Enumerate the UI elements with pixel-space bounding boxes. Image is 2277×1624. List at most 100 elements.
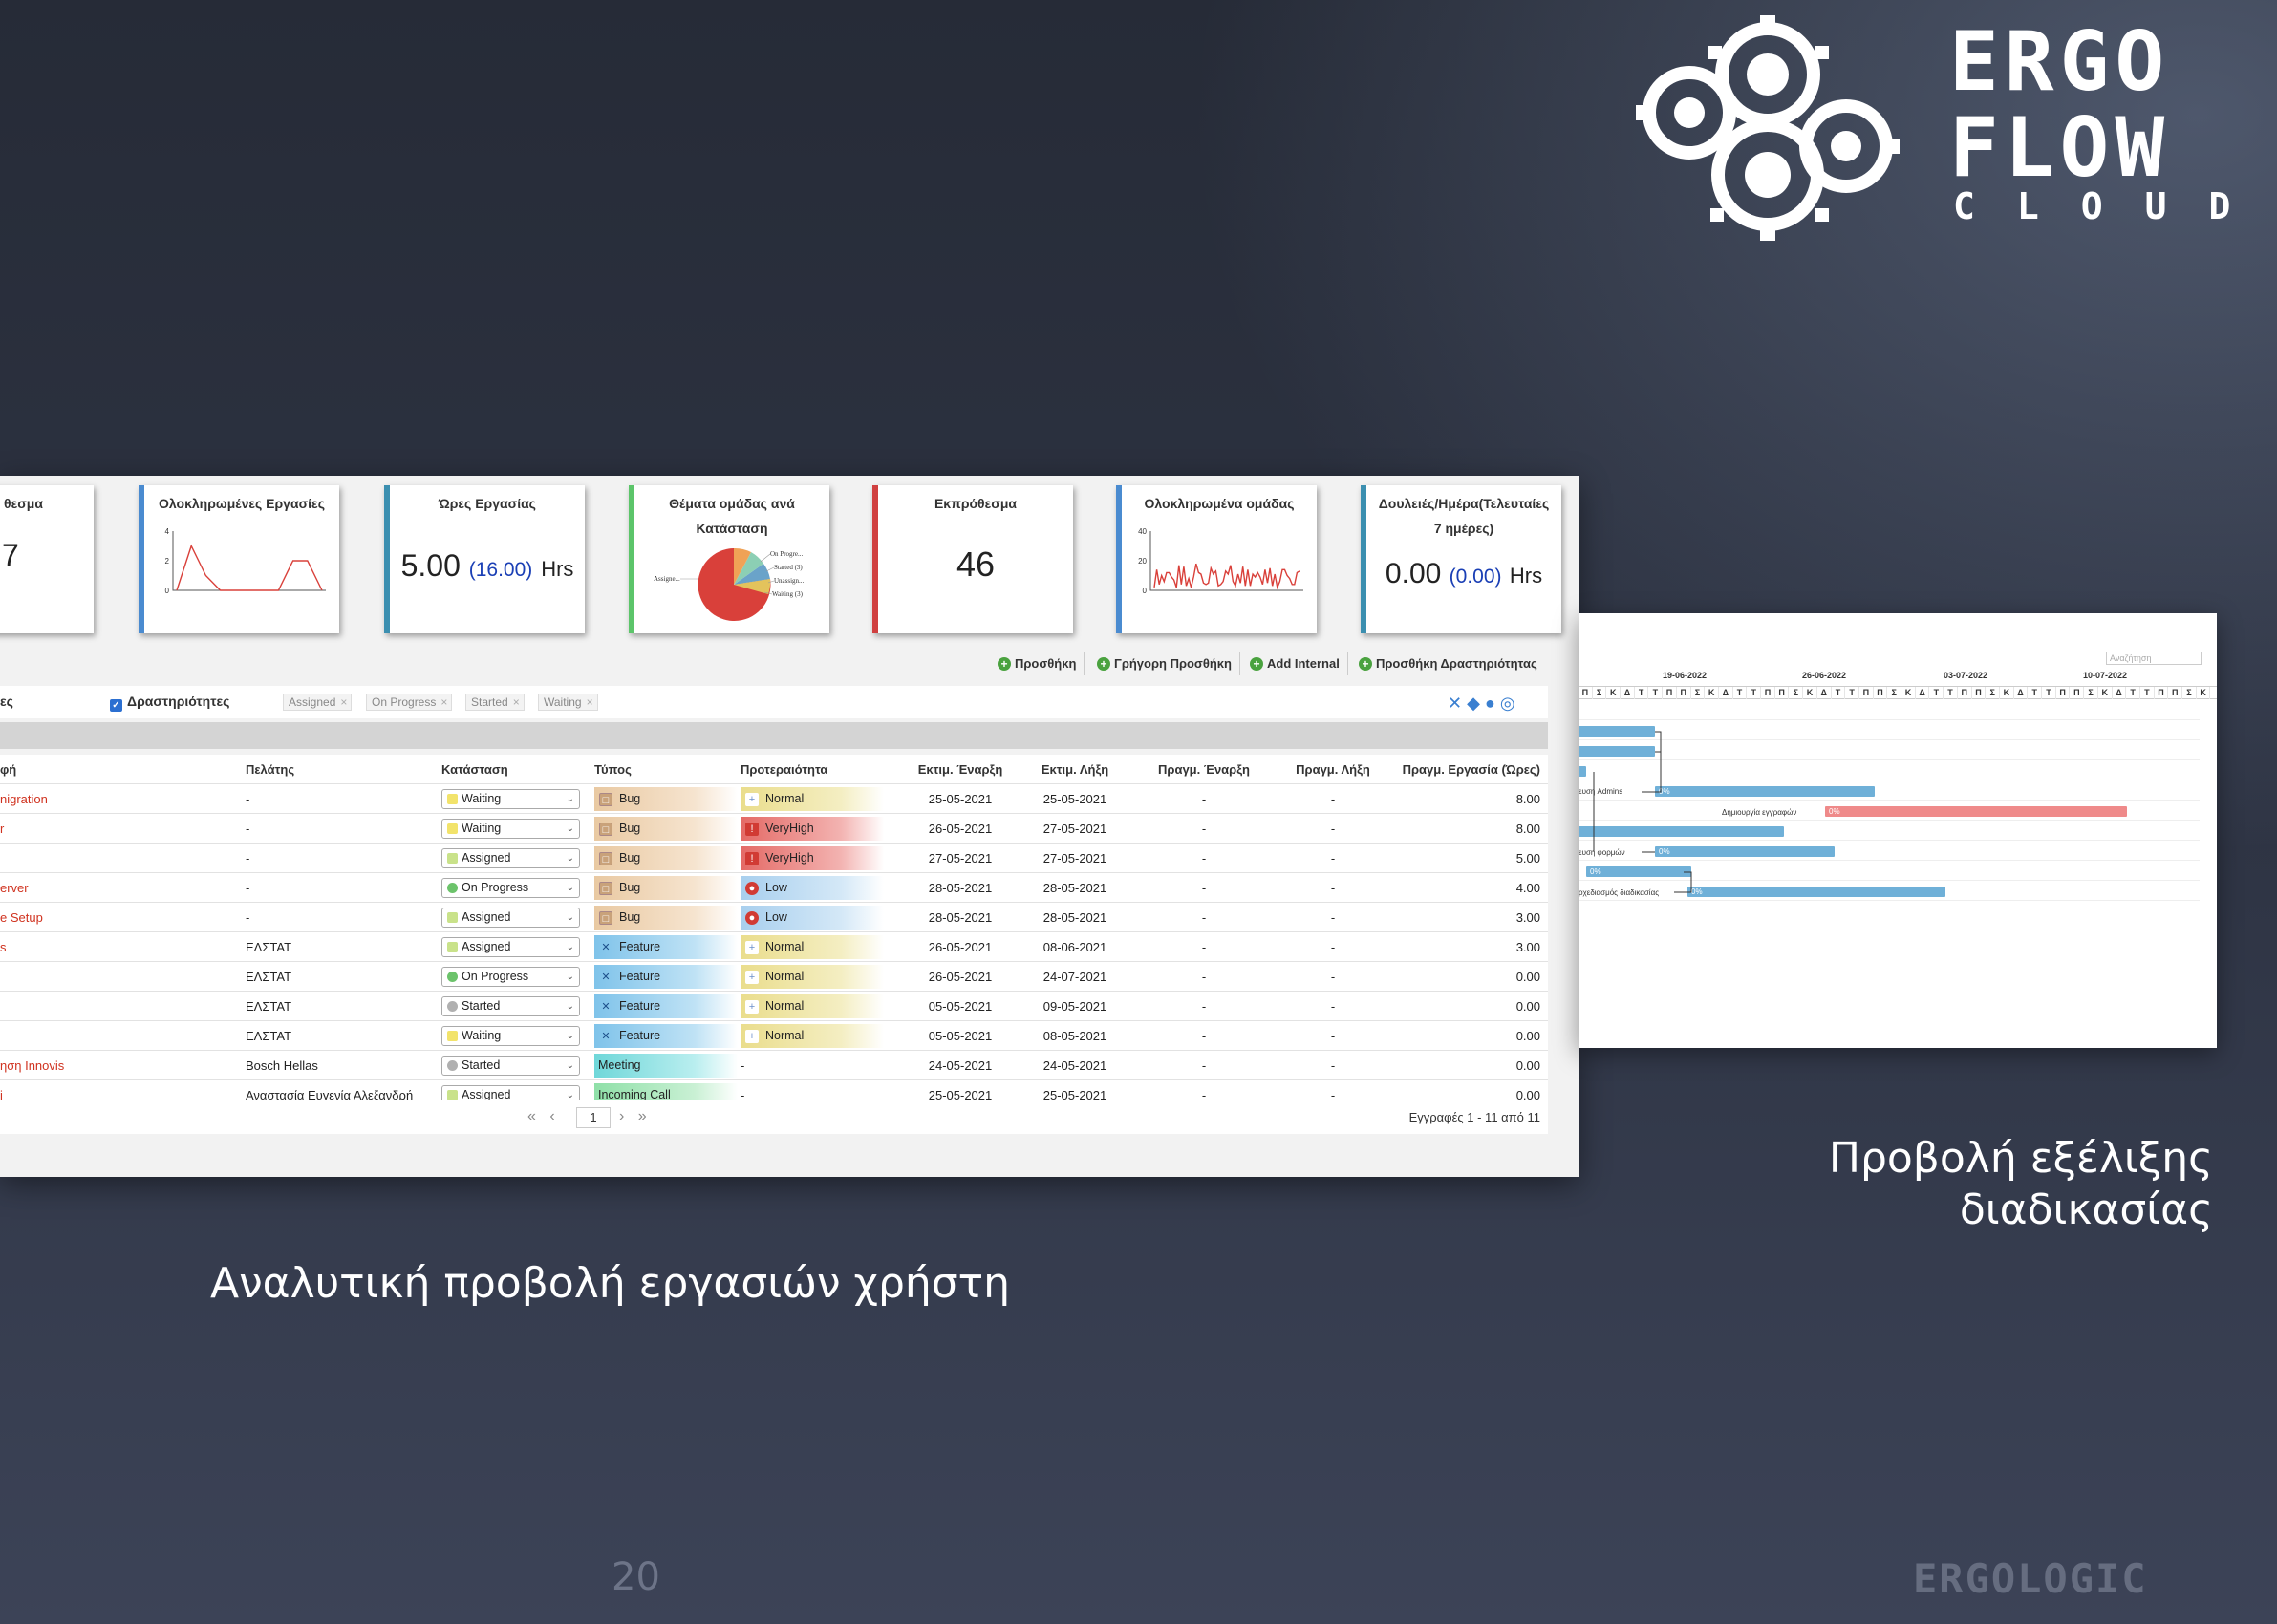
add-activity-button[interactable]: + Προσθήκη Δραστηριότητας <box>1355 652 1545 675</box>
client-cell: ΕΛΣΤΑΤ <box>246 1029 292 1043</box>
card-overdue[interactable]: Εκπρόθεσμα 46 <box>872 485 1073 633</box>
col-client-header[interactable]: Πελάτης <box>246 755 294 784</box>
real-hours-cell: 3.00 <box>1515 940 1540 954</box>
filter-chip-waiting[interactable]: Waiting <box>538 694 598 711</box>
plus-icon: + <box>1359 657 1372 671</box>
task-title-link[interactable]: s <box>0 932 7 962</box>
status-select[interactable]: On Progress ⌄ <box>441 878 580 898</box>
table-row[interactable]: ΕΛΣΤΑΤ Waiting ⌄ ✕ Feature + Normal 05-05-2021 0… <box>0 1021 1548 1051</box>
ergoflow-gears-logo <box>1636 15 1900 241</box>
status-value: On Progress <box>462 970 529 983</box>
status-value: Started <box>462 999 501 1013</box>
prev-page-icon[interactable]: ‹ <box>549 1108 554 1124</box>
col-type-header[interactable]: Τύπος <box>594 755 632 784</box>
search-icon[interactable]: ● <box>1485 694 1500 713</box>
add-button[interactable]: + Προσθήκη <box>994 652 1085 675</box>
card-team-completed[interactable]: Ολοκληρωμένα ομάδας 0 20 40 <box>1116 485 1317 633</box>
quick-add-button[interactable]: + Γρήγορη Προσθήκη <box>1093 652 1240 675</box>
first-page-icon[interactable]: « <box>527 1108 536 1124</box>
chart-series-line <box>176 544 323 591</box>
chart-series-line <box>1153 563 1300 590</box>
plus-icon: + <box>1250 657 1263 671</box>
refresh-icon[interactable]: ◎ <box>1500 694 1520 713</box>
real-hours-cell: 0.00 <box>1515 1029 1540 1043</box>
table-row[interactable]: ηση Innovis Bosch Hellas Started ⌄ Meeting - 2… <box>0 1051 1548 1080</box>
col-status-header[interactable]: Κατάσταση <box>441 755 508 784</box>
filter-chip-started[interactable]: Started <box>465 694 525 711</box>
status-value: Assigned <box>462 940 511 953</box>
status-select[interactable]: Assigned ⌄ <box>441 908 580 928</box>
task-title-link[interactable]: r <box>0 814 4 844</box>
real-end-cell: - <box>1330 970 1336 984</box>
status-color-icon <box>447 823 458 834</box>
table-row[interactable]: r - Waiting ⌄ □ Bug! VeryHigh 26-05-2021 27-05-2… <box>0 814 1548 844</box>
table-row[interactable]: ΕΛΣΤΑΤ Started ⌄ ✕ Feature + Normal 05-05-2021 0… <box>0 992 1548 1021</box>
filter-chip-assigned[interactable]: Assigned <box>283 694 353 711</box>
type-tag: □ Bug <box>594 846 738 870</box>
pie-label: Assigne... <box>654 575 680 583</box>
col-priority-header[interactable]: Προτεραιότητα <box>741 755 827 784</box>
status-select[interactable]: Assigned ⌄ <box>441 848 580 868</box>
card-team-issues-by-status[interactable]: Θέματα ομάδας ανά Κατάσταση Assigne... O… <box>629 485 829 633</box>
status-select[interactable]: Waiting ⌄ <box>441 819 580 839</box>
page-number-input[interactable]: 1 <box>576 1107 611 1128</box>
type-tag: Meeting <box>594 1054 738 1078</box>
add-internal-button[interactable]: + Add Internal <box>1246 652 1348 675</box>
col-title-header[interactable]: φή <box>0 755 16 784</box>
status-select[interactable]: Waiting ⌄ <box>441 1026 580 1046</box>
table-row[interactable]: erver - On Progress ⌄ □ Bug ● Low 28-05-2021 28-0… <box>0 873 1548 903</box>
task-toolbar: + Προσθήκη + Γρήγορη Προσθήκη + Add Interna… <box>0 651 1548 677</box>
priority-icon: + <box>745 971 759 984</box>
status-select[interactable]: Assigned ⌄ <box>441 937 580 957</box>
task-title-link[interactable]: erver <box>0 873 29 903</box>
chevron-down-icon: ⌄ <box>566 1031 574 1041</box>
eraser-icon[interactable]: ◆ <box>1467 694 1485 713</box>
card-overdue-partial[interactable]: θεσμα 7 <box>0 485 94 633</box>
pie-label: Started (3) <box>774 564 803 571</box>
status-select[interactable]: Started ⌄ <box>441 1056 580 1076</box>
type-tag: □ Bug <box>594 906 738 930</box>
chevron-down-icon: ⌄ <box>566 912 574 923</box>
real-start-cell: - <box>1201 910 1207 925</box>
hours-total: (16.00) <box>468 559 533 581</box>
table-row[interactable]: - Assigned ⌄ □ Bug! VeryHigh 27-05-2021 27-05-2… <box>0 844 1548 873</box>
task-title-link[interactable]: e Setup <box>0 903 43 932</box>
col-real-hours-header[interactable]: Πραγμ. Εργασία (Ώρες) <box>1376 755 1540 784</box>
card-jobs-per-day[interactable]: Δουλειές/Ημέρα(Τελευταίες 7 ημέρες) 0.00… <box>1361 485 1561 633</box>
col-est-end-header[interactable]: Εκτιμ. Λήξη <box>1018 755 1132 784</box>
pie-label: Unassign... <box>774 577 805 585</box>
type-value: Bug <box>619 910 641 924</box>
real-end-cell: - <box>1330 940 1336 954</box>
bug-icon: □ <box>599 882 612 895</box>
card-work-hours[interactable]: Ώρες Εργασίας 5.00 (16.00) Hrs <box>384 485 585 633</box>
table-row[interactable]: e Setup - Assigned ⌄ □ Bug ● Low 28-05-2021 28-05… <box>0 903 1548 932</box>
status-select[interactable]: Waiting ⌄ <box>441 789 580 809</box>
next-page-icon[interactable]: › <box>619 1108 624 1124</box>
priority-value: VeryHigh <box>765 822 814 835</box>
est-start-cell: 28-05-2021 <box>928 910 993 925</box>
client-cell: ΕΛΣΤΑΤ <box>246 940 292 954</box>
activities-checkbox[interactable]: ✓ Δραστηριότητες <box>110 694 229 712</box>
tools-icon[interactable]: ✕ <box>1448 694 1467 713</box>
col-est-start-header[interactable]: Εκτιμ. Έναρξη <box>903 755 1018 784</box>
status-select[interactable]: Started ⌄ <box>441 996 580 1016</box>
col-real-end-header[interactable]: Πραγμ. Λήξη <box>1276 755 1390 784</box>
real-start-cell: - <box>1201 1058 1207 1073</box>
last-page-icon[interactable]: » <box>638 1108 647 1124</box>
priority-value: Low <box>765 910 787 924</box>
table-row[interactable]: nigration - Waiting ⌄ □ Bug + Normal 25-05-2021 2… <box>0 784 1548 814</box>
priority-value: Normal <box>765 970 805 983</box>
pie-label: On Progre... <box>770 550 803 558</box>
status-select[interactable]: On Progress ⌄ <box>441 967 580 987</box>
filter-chip-on-progress[interactable]: On Progress <box>366 694 453 711</box>
table-row[interactable]: ΕΛΣΤΑΤ On Progress ⌄ ✕ Feature + Normal 26-05-2… <box>0 962 1548 992</box>
task-title-link[interactable]: ηση Innovis <box>0 1051 64 1080</box>
status-color-icon <box>447 912 458 923</box>
priority-tag: ● Low <box>741 876 884 900</box>
chart-tick-label: 0 <box>165 587 170 595</box>
table-row[interactable]: s ΕΛΣΤΑΤ Assigned ⌄ ✕ Feature + Normal 26-05-202… <box>0 932 1548 962</box>
task-title-link[interactable]: nigration <box>0 784 48 814</box>
col-real-start-header[interactable]: Πραγμ. Έναρξη <box>1147 755 1261 784</box>
card-title: Θέματα ομάδας ανά Κατάσταση <box>634 485 829 541</box>
card-completed-tasks[interactable]: Ολοκληρωμένες Εργασίες 0 2 4 <box>139 485 339 633</box>
